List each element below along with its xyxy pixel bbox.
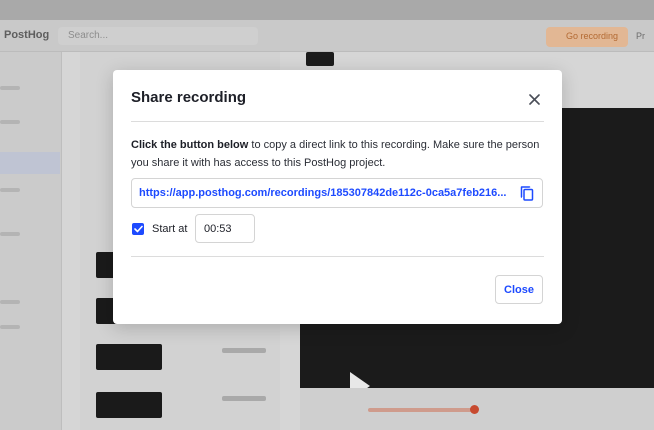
brand-logo: PostHog xyxy=(4,29,50,41)
record-button-label: Go recording xyxy=(566,31,619,41)
modal-divider-bottom xyxy=(131,256,544,257)
sidebar-item xyxy=(0,300,20,304)
modal-divider-top xyxy=(131,121,544,122)
share-link[interactable]: https://app.posthog.com/recordings/18530… xyxy=(139,187,509,199)
share-recording-modal: Share recording Click the button below t… xyxy=(113,70,562,324)
copy-icon[interactable] xyxy=(519,185,535,202)
sidebar-item xyxy=(0,188,20,192)
sidebar-item xyxy=(0,325,20,329)
player-thumbnail xyxy=(306,52,334,66)
browser-strip xyxy=(0,0,654,20)
close-icon[interactable] xyxy=(524,89,544,109)
share-link-field[interactable]: https://app.posthog.com/recordings/18530… xyxy=(131,178,543,208)
account-label: Pr xyxy=(636,31,645,41)
recording-thumbnail xyxy=(96,344,162,370)
close-button[interactable]: Close xyxy=(495,275,543,304)
seek-bar xyxy=(368,408,474,412)
start-at-checkbox[interactable] xyxy=(132,223,144,235)
sidebar xyxy=(0,52,62,430)
sidebar-item xyxy=(0,232,20,236)
modal-description: Click the button below to copy a direct … xyxy=(131,136,544,172)
description-bold: Click the button below xyxy=(131,139,249,151)
start-at-time-input[interactable] xyxy=(195,214,255,243)
search-placeholder: Search... xyxy=(68,30,109,41)
start-at-label: Start at xyxy=(152,223,188,235)
recording-meta xyxy=(222,396,266,401)
check-icon xyxy=(133,225,143,233)
sidebar-item xyxy=(0,120,20,124)
recording-meta xyxy=(222,348,266,353)
modal-title: Share recording xyxy=(131,89,247,106)
sidebar-item-active xyxy=(0,152,60,174)
recording-thumbnail xyxy=(96,392,162,418)
seek-handle xyxy=(470,405,479,414)
sidebar-item xyxy=(0,86,20,90)
